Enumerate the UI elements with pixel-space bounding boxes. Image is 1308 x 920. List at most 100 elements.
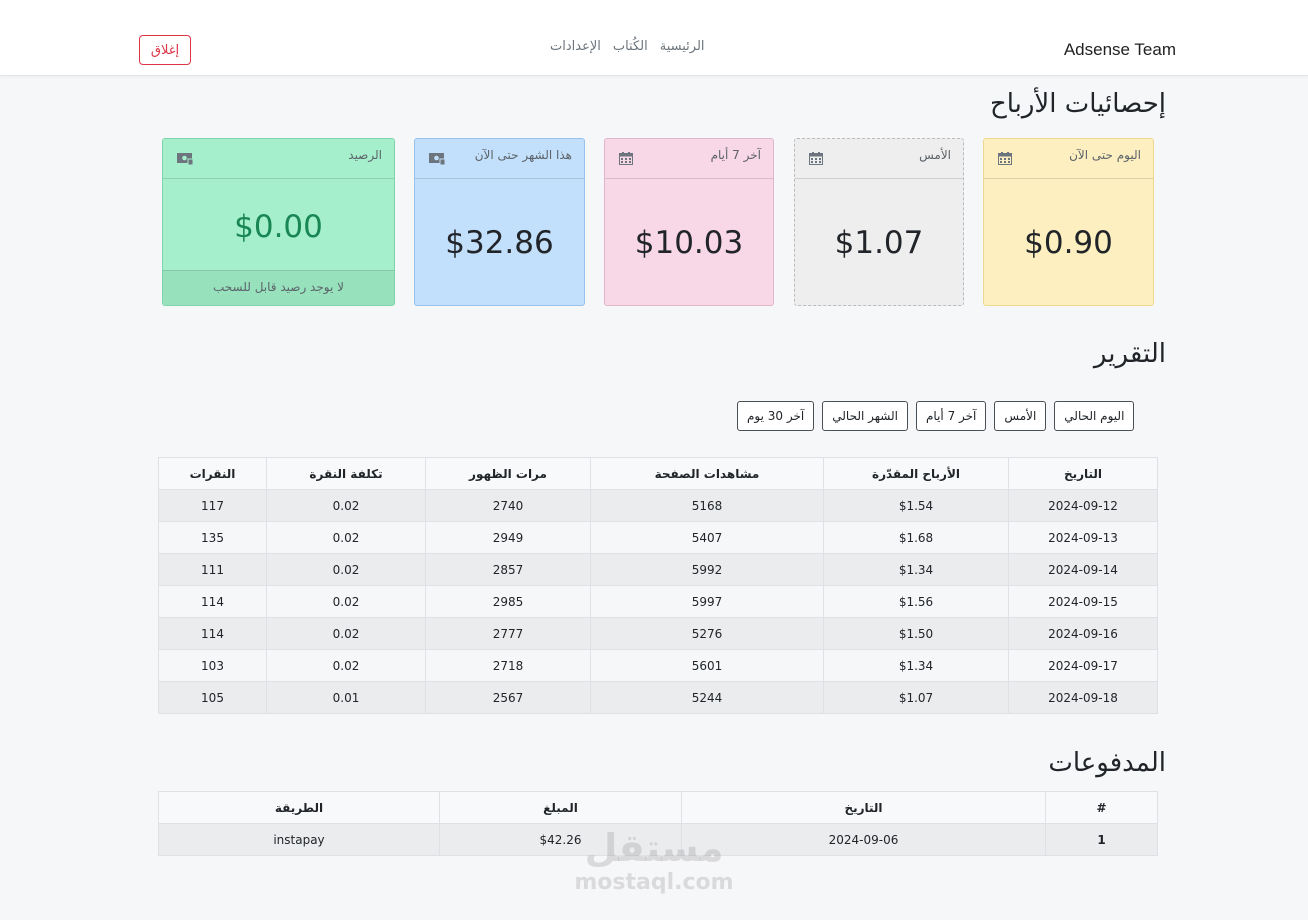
filter-last-30-days-button[interactable]: آخر 30 يوم: [737, 401, 815, 431]
card-label: هذا الشهر حتى الآن: [474, 148, 572, 162]
table-row: 2024-09-16 $1.50 5276 2777 0.02 114: [158, 617, 1158, 650]
table-cell: 2024-09-18: [1008, 681, 1158, 714]
table-cell: 2024-09-14: [1008, 553, 1158, 586]
table-header-cell: المبلغ: [439, 791, 682, 824]
table-cell: 5997: [590, 585, 824, 618]
table-cell: 114: [158, 585, 267, 618]
table-header-cell: تكلفة النقرة: [266, 457, 426, 490]
table-cell: 2024-09-17: [1008, 649, 1158, 682]
nav-settings-link[interactable]: الإعدادات: [550, 39, 601, 54]
nav-home-link[interactable]: الرئيسية: [660, 39, 705, 54]
table-cell: 2024-09-12: [1008, 489, 1158, 522]
table-cell: 5244: [590, 681, 824, 714]
table-cell: $1.34: [823, 649, 1009, 682]
navbar: Adsense Team الرئيسية الكُتاب الإعدادات …: [0, 0, 1308, 76]
card-yesterday: الأمس $1.07: [794, 138, 964, 306]
table-row: 2024-09-18 $1.07 5244 2567 0.01 105: [158, 681, 1158, 714]
table-cell: 0.02: [266, 521, 426, 554]
table-cell: 5407: [590, 521, 824, 554]
table-cell: $1.07: [823, 681, 1009, 714]
card-this-month: هذا الشهر حتى الآن $32.86: [414, 138, 585, 306]
table-cell: 0.02: [266, 617, 426, 650]
table-cell: 2857: [425, 553, 591, 586]
table-header-cell: الطريقة: [158, 791, 440, 824]
close-button[interactable]: إغلاق: [139, 35, 191, 65]
calendar-icon: [998, 152, 1012, 165]
money-icon: [177, 153, 193, 165]
table-cell: 2985: [425, 585, 591, 618]
table-cell: 111: [158, 553, 267, 586]
table-header-cell: التاريخ: [1008, 457, 1158, 490]
table-cell: $1.50: [823, 617, 1009, 650]
payments-title: المدفوعات: [1048, 748, 1166, 778]
card-value: $32.86: [445, 225, 554, 261]
table-row: 2024-09-13 $1.68 5407 2949 0.02 135: [158, 521, 1158, 554]
table-row: 2024-09-15 $1.56 5997 2985 0.02 114: [158, 585, 1158, 618]
watermark-latin: mostaql.com: [574, 870, 734, 895]
card-value: $1.07: [834, 225, 924, 261]
table-row: 2024-09-14 $1.34 5992 2857 0.02 111: [158, 553, 1158, 586]
card-header: الرصيد: [163, 139, 394, 179]
report-filters: آخر 30 يوم الشهر الحالي آخر 7 أيام الأمس…: [737, 401, 1135, 431]
nav-links: الرئيسية الكُتاب الإعدادات: [550, 39, 705, 54]
table-cell: 5992: [590, 553, 824, 586]
table-cell: 1: [1045, 823, 1158, 856]
card-value: $0.90: [1024, 225, 1113, 261]
card-header: الأمس: [795, 139, 963, 179]
earnings-title: إحصائيات الأرباح: [989, 89, 1166, 119]
card-header: اليوم حتى الآن: [984, 139, 1153, 179]
table-header-cell: الأرباح المقدّرة: [823, 457, 1009, 490]
table-cell: 0.01: [266, 681, 426, 714]
table-cell: 2567: [425, 681, 591, 714]
table-header-cell: #: [1045, 791, 1158, 824]
table-cell: $1.54: [823, 489, 1009, 522]
report-table: التاريخ الأرباح المقدّرة مشاهدات الصفحة مرا…: [158, 457, 1158, 714]
report-title: التقرير: [1093, 339, 1166, 369]
calendar-icon: [809, 152, 823, 165]
table-cell: instapay: [158, 823, 440, 856]
card-last-7-days: آخر 7 أيام $10.03: [604, 138, 774, 306]
table-cell: 117: [158, 489, 267, 522]
card-label: آخر 7 أيام: [710, 148, 761, 162]
filter-current-month-button[interactable]: الشهر الحالي: [822, 401, 908, 431]
filter-yesterday-button[interactable]: الأمس: [994, 401, 1047, 431]
table-row: 1 2024-09-06 $42.26 instapay: [158, 823, 1158, 856]
table-row: 2024-09-12 $1.54 5168 2740 0.02 117: [158, 489, 1158, 522]
table-header-cell: مرات الظهور: [425, 457, 591, 490]
card-header: آخر 7 أيام: [605, 139, 773, 179]
table-cell: 0.02: [266, 585, 426, 618]
table-cell: 5168: [590, 489, 824, 522]
table-cell: 114: [158, 617, 267, 650]
balance-value: $0.00: [234, 209, 323, 245]
table-cell: 2024-09-06: [681, 823, 1046, 856]
table-cell: 103: [158, 649, 267, 682]
nav-writers-link[interactable]: الكُتاب: [613, 39, 648, 54]
card-label: الرصيد: [348, 148, 382, 162]
table-cell: $42.26: [439, 823, 682, 856]
payments-table: # التاريخ المبلغ الطريقة 1 2024-09-06 $42.26 i…: [158, 791, 1158, 856]
filter-last-7-days-button[interactable]: آخر 7 أيام: [915, 401, 987, 431]
card-label: اليوم حتى الآن: [1069, 148, 1141, 162]
table-cell: 0.02: [266, 649, 426, 682]
table-cell: 2024-09-16: [1008, 617, 1158, 650]
card-label: الأمس: [919, 148, 951, 162]
table-header-cell: النقرات: [158, 457, 267, 490]
table-header-cell: مشاهدات الصفحة: [590, 457, 824, 490]
brand-logo[interactable]: Adsense Team: [1064, 40, 1176, 60]
calendar-icon: [619, 152, 633, 165]
table-cell: 2024-09-13: [1008, 521, 1158, 554]
table-header-cell: التاريخ: [681, 791, 1046, 824]
card-today: اليوم حتى الآن $0.90: [983, 138, 1154, 306]
table-cell: 2949: [425, 521, 591, 554]
card-balance: الرصيد $0.00 لا يوجد رصيد قابل للسحب: [162, 138, 395, 306]
table-cell: $1.68: [823, 521, 1009, 554]
table-cell: 5601: [590, 649, 824, 682]
table-cell: 0.02: [266, 489, 426, 522]
table-cell: $1.34: [823, 553, 1009, 586]
filter-today-button[interactable]: اليوم الحالي: [1054, 401, 1135, 431]
table-cell: 2718: [425, 649, 591, 682]
table-cell: 2024-09-15: [1008, 585, 1158, 618]
table-cell: 2740: [425, 489, 591, 522]
table-cell: 135: [158, 521, 267, 554]
table-cell: 2777: [425, 617, 591, 650]
